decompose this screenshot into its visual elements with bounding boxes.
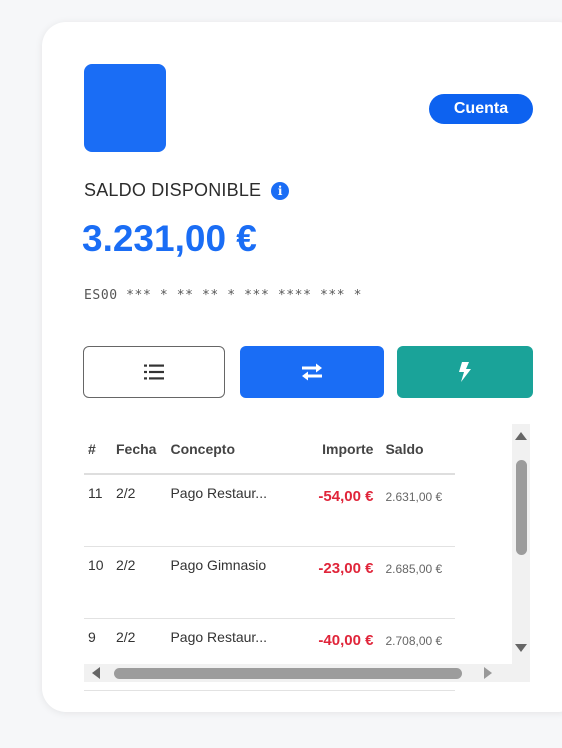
cell-number: 11 [84, 474, 116, 547]
scroll-down-arrow-icon[interactable] [515, 644, 527, 652]
bank-logo [84, 64, 166, 152]
cell-concept: Pago Restaur... [156, 474, 298, 547]
iban-masked: ES00 *** * ** ** * *** **** *** * [84, 288, 363, 303]
cell-concept: Pago Gimnasio [156, 546, 298, 619]
col-header-number[interactable]: # [84, 424, 116, 475]
col-header-date[interactable]: Fecha [116, 424, 157, 475]
vertical-scrollbar[interactable] [512, 424, 530, 664]
scroll-right-arrow-icon[interactable] [484, 667, 492, 679]
account-card: Cuenta SALDO DISPONIBLE i 3.231,00 € ES0… [42, 22, 562, 712]
cell-balance: 2.631,00 € [385, 474, 456, 547]
horizontal-scrollbar[interactable] [84, 664, 530, 682]
cell-number: 10 [84, 546, 116, 619]
movements-list-button[interactable] [83, 346, 225, 398]
quick-pay-button[interactable] [397, 346, 533, 398]
vertical-scroll-thumb[interactable] [516, 460, 527, 555]
cell-date: 2/2 [116, 546, 157, 619]
col-header-concept[interactable]: Concepto [156, 424, 298, 475]
col-header-amount[interactable]: Importe [297, 424, 386, 475]
cell-balance: 2.685,00 € [385, 546, 456, 619]
horizontal-scroll-thumb[interactable] [114, 668, 462, 679]
transactions-table-container[interactable]: # Fecha Concepto Importe Saldo 11 2/2 Pa… [84, 424, 530, 692]
table-header-row: # Fecha Concepto Importe Saldo [84, 424, 456, 475]
transactions-table: # Fecha Concepto Importe Saldo 11 2/2 Pa… [84, 424, 456, 691]
list-icon [144, 364, 164, 380]
lightning-icon [459, 362, 471, 382]
table-row[interactable]: 10 2/2 Pago Gimnasio -23,00 € 2.685,00 € [84, 546, 456, 619]
cell-amount: -23,00 € [297, 546, 386, 619]
balance-label-row: SALDO DISPONIBLE i [84, 180, 290, 201]
cell-date: 2/2 [116, 474, 157, 547]
scroll-left-arrow-icon[interactable] [92, 667, 100, 679]
balance-amount: 3.231,00 € [82, 218, 257, 259]
account-type-badge: Cuenta [429, 94, 533, 124]
table-row[interactable]: 11 2/2 Pago Restaur... -54,00 € 2.631,00… [84, 474, 456, 547]
balance-label: SALDO DISPONIBLE [84, 180, 262, 200]
transfer-button[interactable] [240, 346, 384, 398]
info-icon[interactable]: i [271, 181, 290, 200]
col-header-balance[interactable]: Saldo [385, 424, 456, 475]
transfer-arrows-icon [302, 363, 322, 381]
scroll-up-arrow-icon[interactable] [515, 432, 527, 440]
cell-amount: -54,00 € [297, 474, 386, 547]
